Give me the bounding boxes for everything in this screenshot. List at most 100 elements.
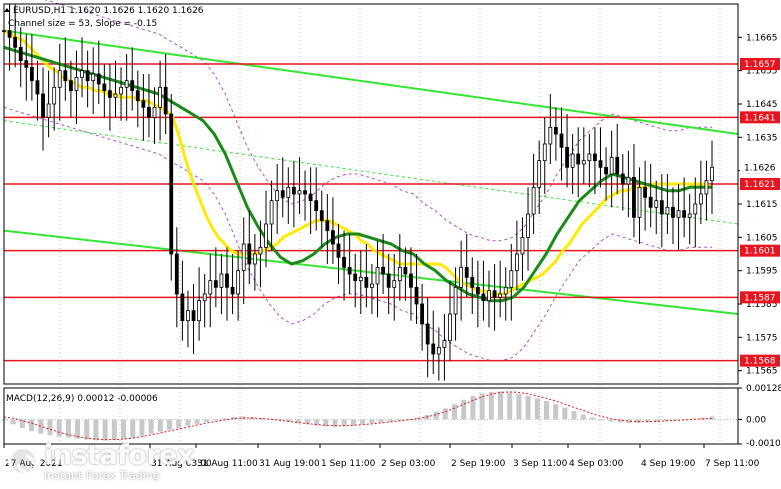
candle-body: [698, 193, 703, 205]
macd-histogram-bar: [387, 419, 393, 422]
candle-body: [325, 220, 330, 232]
candle-body: [487, 290, 491, 302]
candle-body: [219, 273, 224, 288]
macd-histogram-bar: [525, 396, 531, 420]
level-label-text: 1.1641: [744, 113, 776, 123]
price-axis: 1.16651.16551.16451.16351.16251.16151.16…: [738, 33, 778, 377]
brand-name: instaforex: [44, 439, 195, 471]
candle-body: [280, 190, 285, 198]
candle-body: [593, 153, 597, 162]
time-tick-label: 3 Sep 11:00: [513, 459, 568, 469]
macd-histogram-bar: [167, 419, 173, 430]
macd-histogram-bar: [121, 419, 127, 440]
channel-lower: [3, 229, 739, 315]
candle-body: [682, 210, 687, 218]
candle-body: [514, 253, 519, 272]
macd-histogram-bar: [562, 407, 568, 420]
candle-body: [537, 160, 542, 188]
candle-body: [403, 266, 408, 275]
macd-histogram-bar: [93, 419, 99, 441]
candlesticks: [2, 4, 714, 381]
candle-body: [648, 196, 653, 208]
candle-body: [52, 86, 57, 105]
macd-histogram-bar: [350, 419, 356, 426]
candle-body: [397, 266, 402, 282]
candle-body: [637, 186, 642, 218]
channel-info-line: Channel size = 53, Slope = -0.15: [8, 19, 157, 29]
candle-body: [303, 190, 307, 195]
price-tick-label: 1.1575: [746, 333, 778, 343]
candle-body: [13, 36, 18, 48]
candle-body: [41, 93, 45, 118]
candle-body: [654, 200, 659, 208]
level-label-text: 1.1621: [744, 180, 776, 190]
macd-histogram-bar: [130, 419, 136, 438]
macd-histogram-bar: [47, 419, 53, 436]
candle-body: [113, 93, 118, 98]
time-tick-label: 2 Sep 19:00: [451, 459, 506, 469]
macd-histogram-bar: [589, 417, 595, 420]
macd-histogram-bar: [148, 419, 154, 434]
candle-body: [609, 156, 614, 175]
candle-body: [643, 186, 648, 198]
macd-histogram-bar: [102, 419, 108, 441]
chart-frame: [3, 3, 739, 445]
candle-body: [297, 190, 302, 195]
candle-body: [291, 186, 296, 195]
candle-body: [174, 253, 179, 295]
macd-histogram-bar: [341, 419, 347, 427]
candle-body: [364, 276, 369, 288]
current-price-label: 1.1626: [744, 163, 776, 173]
candle-body: [68, 80, 73, 92]
candle-body: [509, 270, 514, 288]
candle-body: [598, 160, 603, 168]
candle-body: [29, 66, 34, 82]
candle-body: [230, 286, 235, 295]
candle-body: [565, 146, 569, 168]
time-tick-label: 31 Aug 19:00: [259, 459, 320, 469]
macd-histogram-bar: [599, 419, 605, 421]
candle-body: [308, 193, 313, 202]
macd-histogram-bar: [461, 399, 467, 420]
macd-histogram-bar: [396, 419, 402, 421]
symbol-quote-line: EURUSD,H1 1.1620 1.1626 1.1620 1.1626: [13, 6, 204, 16]
candle-body: [342, 256, 346, 268]
candle-body: [102, 83, 107, 92]
candle-body: [258, 246, 263, 255]
macd-histogram-bar: [580, 414, 586, 420]
candle-body: [169, 113, 174, 255]
candle-body: [347, 266, 352, 275]
candle-body: [186, 310, 190, 322]
candle-body: [481, 293, 486, 302]
candle-body: [370, 283, 374, 288]
candle-body: [620, 173, 625, 185]
macd-histogram-bar: [194, 419, 200, 424]
candle-body: [548, 126, 553, 145]
candle-body: [704, 180, 709, 195]
candle-body: [96, 73, 101, 85]
candle-body: [448, 313, 452, 342]
macd-histogram-bar: [507, 392, 513, 420]
macd-label: MACD(12,26,9) 0.00012 -0.00006: [6, 394, 158, 404]
level-label-text: 1.1601: [744, 247, 776, 257]
macd-histogram-bar: [176, 419, 182, 428]
candle-body: [503, 286, 508, 295]
time-tick-label: 4 Sep 03:00: [569, 459, 624, 469]
price-tick-label: 1.1615: [746, 200, 778, 210]
macd-tick-label: -0.00100: [746, 439, 781, 449]
candle-body: [85, 70, 90, 82]
candle-body: [392, 280, 397, 288]
candle-body: [498, 293, 503, 298]
candle-body: [147, 106, 151, 118]
candle-body: [414, 286, 419, 305]
candle-body: [202, 293, 207, 302]
candle-body: [587, 153, 592, 162]
macd-histogram-bar: [56, 419, 62, 437]
price-chart[interactable]: 0.001280.00-0.00100 1.16651.16551.16451.…: [0, 0, 781, 489]
macd-tick-label: 0.00128: [746, 384, 781, 394]
macd-histogram-bar: [543, 401, 549, 420]
candle-body: [386, 273, 391, 288]
candle-body: [665, 206, 670, 215]
candle-body: [381, 266, 385, 275]
channel-upper: [3, 29, 739, 135]
